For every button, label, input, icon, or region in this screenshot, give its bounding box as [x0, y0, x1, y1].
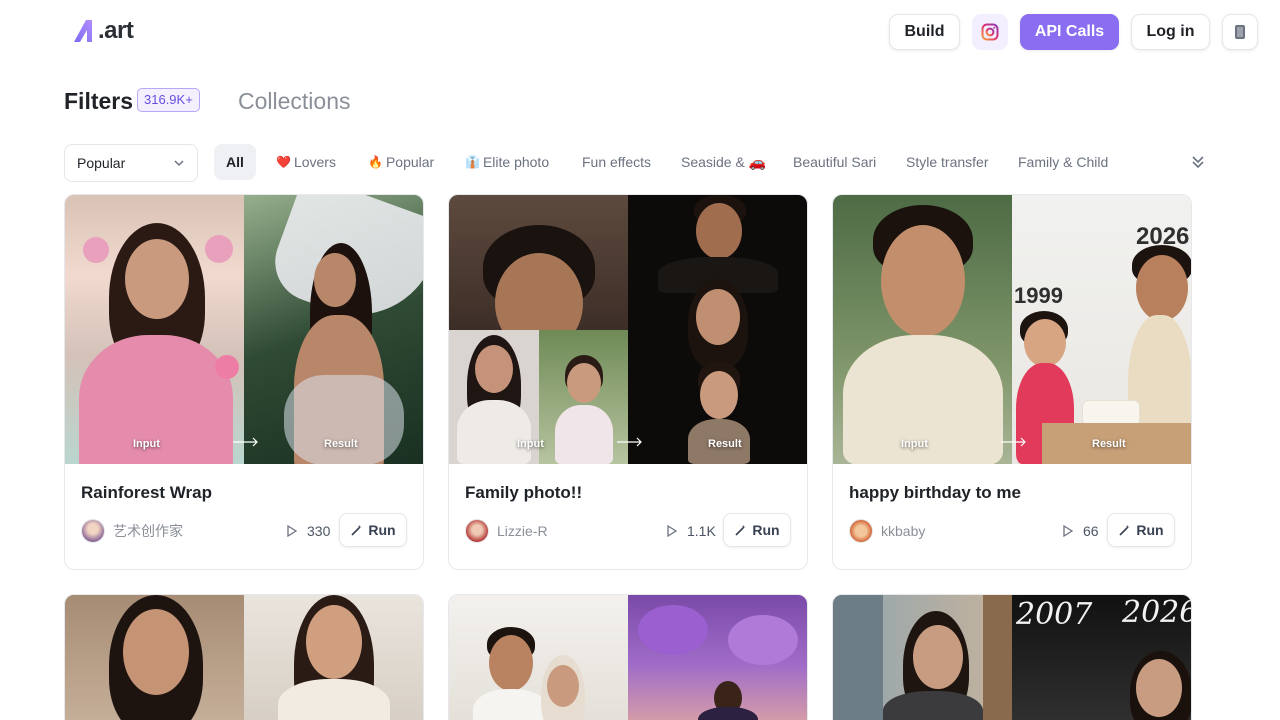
card-author[interactable]: kkbaby	[849, 519, 925, 543]
chip-elite-photo[interactable]: 👔 Elite photo	[465, 144, 549, 180]
year-right-label: 2026	[1122, 595, 1191, 630]
play-icon	[1063, 524, 1074, 538]
chip-family-child[interactable]: Family & Child	[1018, 144, 1108, 180]
arrow-right-icon	[233, 437, 258, 447]
input-label: Input	[517, 438, 544, 450]
filter-card[interactable]: 2007 2026	[832, 594, 1192, 720]
card-preview-image: Input Result	[449, 195, 807, 464]
suit-icon: 👔	[465, 155, 480, 169]
collections-tab[interactable]: Collections	[238, 88, 351, 115]
play-icon	[667, 524, 678, 538]
result-label: Result	[324, 438, 358, 450]
logo-text: .art	[98, 17, 134, 44]
instagram-icon	[981, 23, 999, 41]
card-title: Rainforest Wrap	[81, 483, 212, 502]
theme-toggle-button[interactable]	[1222, 14, 1258, 50]
result-label: Result	[708, 438, 742, 450]
filters-title[interactable]: Filters	[64, 88, 133, 115]
card-title: Family photo!!	[465, 483, 583, 502]
magic-wand-icon	[351, 524, 362, 536]
filter-card[interactable]	[64, 594, 424, 720]
chip-beautiful-sari[interactable]: Beautiful Sari	[793, 144, 876, 180]
run-count: 1.1K	[665, 523, 716, 539]
year-left-label: 1999	[1014, 283, 1063, 308]
fire-icon: 🔥	[368, 155, 383, 169]
build-button[interactable]: Build	[889, 14, 960, 50]
chip-seaside[interactable]: Seaside & 🚗	[681, 144, 766, 180]
run-count: 330	[285, 523, 330, 539]
card-author[interactable]: Lizzie-R	[465, 519, 548, 543]
heart-icon: ❤️	[276, 155, 291, 169]
card-title: happy birthday to me	[849, 483, 1021, 502]
instagram-button[interactable]	[972, 14, 1008, 50]
filter-card[interactable]: Input Result Family photo!! Lizzie-R 1.1…	[448, 194, 808, 570]
card-preview-image: Input Result	[65, 195, 423, 464]
author-name: kkbaby	[881, 523, 926, 539]
author-name: 艺术创作家	[113, 523, 183, 539]
run-button[interactable]: Run	[723, 513, 791, 547]
chip-popular[interactable]: 🔥 Popular	[368, 144, 434, 180]
logo-mark-icon	[72, 18, 96, 44]
magic-wand-icon	[735, 524, 746, 536]
filters-count-badge: 316.9K+	[137, 88, 200, 112]
card-preview-image: 2007 2026	[833, 595, 1191, 720]
input-label: Input	[901, 438, 928, 450]
avatar	[849, 519, 873, 543]
filter-card[interactable]: Input 1999 2026 Result happy birthday to…	[832, 194, 1192, 570]
run-button[interactable]: Run	[339, 513, 407, 547]
year-left-label: 2007	[1016, 597, 1093, 632]
expand-filters-icon[interactable]	[1188, 152, 1208, 172]
chip-lovers[interactable]: ❤️ Lovers	[276, 144, 336, 180]
card-preview-image	[449, 595, 807, 720]
run-count: 66	[1061, 523, 1099, 539]
chip-all[interactable]: All	[214, 144, 256, 180]
avatar	[465, 519, 489, 543]
arrow-right-icon	[1001, 437, 1026, 447]
author-name: Lizzie-R	[497, 523, 548, 539]
device-icon	[1235, 25, 1245, 39]
magic-wand-icon	[1119, 524, 1130, 536]
avatar	[81, 519, 105, 543]
filter-card[interactable]: Input Result Rainforest Wrap 艺术创作家 330 R…	[64, 194, 424, 570]
logo[interactable]: .art	[72, 16, 134, 46]
result-label: Result	[1092, 438, 1126, 450]
run-button[interactable]: Run	[1107, 513, 1175, 547]
input-label: Input	[133, 438, 160, 450]
sort-select[interactable]: Popular	[64, 144, 198, 182]
filter-card[interactable]	[448, 594, 808, 720]
chip-style-transfer[interactable]: Style transfer	[906, 144, 988, 180]
api-calls-button[interactable]: API Calls	[1020, 14, 1119, 50]
login-button[interactable]: Log in	[1131, 14, 1210, 50]
sort-select-value: Popular	[77, 155, 126, 171]
play-icon	[287, 524, 298, 538]
chevron-down-icon	[174, 160, 184, 167]
card-preview-image: Input 1999 2026 Result	[833, 195, 1191, 464]
card-author[interactable]: 艺术创作家	[81, 519, 183, 543]
arrow-right-icon	[617, 437, 642, 447]
chip-fun-effects[interactable]: Fun effects	[582, 144, 651, 180]
card-preview-image	[65, 595, 423, 720]
